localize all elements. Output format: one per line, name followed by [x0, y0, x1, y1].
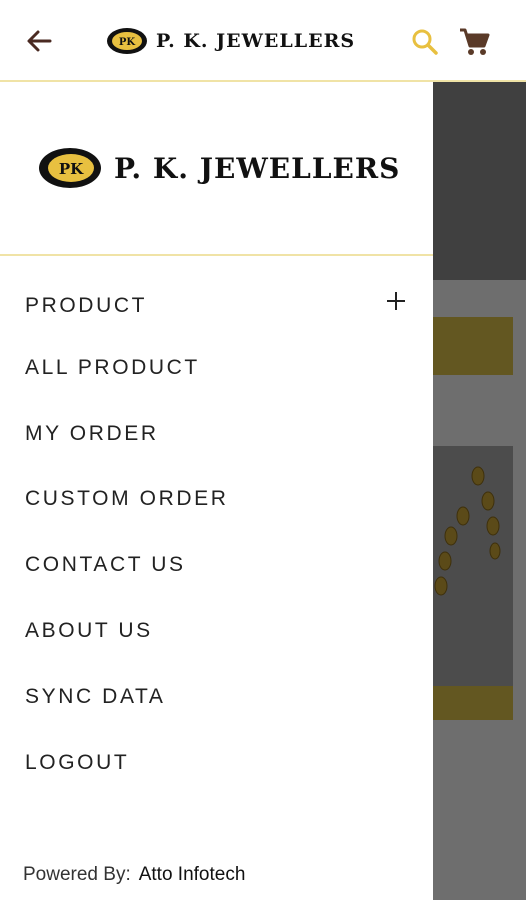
- drawer-brand-logo: PK P. K. JEWELLERS: [38, 146, 400, 190]
- brand-logo: PK P. K. JEWELLERS: [106, 24, 355, 58]
- menu-item-label: MY ORDER: [25, 422, 159, 445]
- powered-by-label: Powered By:: [23, 864, 131, 885]
- powered-by-company: Atto Infotech: [138, 864, 246, 885]
- svg-text:PK: PK: [59, 160, 84, 178]
- menu-item-label: ALL PRODUCT: [25, 356, 200, 379]
- top-app-bar: PK P. K. JEWELLERS: [0, 0, 526, 82]
- drawer-scrim[interactable]: [433, 82, 526, 900]
- menu-item-my-order[interactable]: MY ORDER: [25, 414, 415, 454]
- menu-item-label: CUSTOM ORDER: [25, 487, 229, 510]
- search-icon: [409, 29, 441, 62]
- menu-item-label: LOGOUT: [25, 751, 130, 774]
- menu-item-all-product[interactable]: ALL PRODUCT: [25, 348, 415, 388]
- back-button[interactable]: [22, 26, 56, 56]
- svg-text:PK: PK: [119, 37, 136, 48]
- powered-by-footer: Powered By: Atto Infotech: [23, 864, 245, 886]
- menu-item-label: CONTACT US: [25, 553, 186, 576]
- search-button[interactable]: [409, 26, 441, 58]
- menu-item-contact-us[interactable]: CONTACT US: [25, 545, 415, 585]
- logo-emblem-icon: PK: [106, 26, 148, 56]
- logo-emblem-icon: PK: [38, 146, 102, 190]
- cart-button[interactable]: [457, 26, 491, 58]
- menu-item-sync-data[interactable]: SYNC DATA: [25, 677, 415, 717]
- menu-item-custom-order[interactable]: CUSTOM ORDER: [25, 479, 415, 519]
- menu-item-label: ABOUT US: [25, 619, 153, 642]
- menu-item-logout[interactable]: LOGOUT: [25, 743, 415, 783]
- menu-item-product[interactable]: PRODUCT: [25, 286, 415, 326]
- menu-item-label: PRODUCT: [25, 294, 148, 317]
- navigation-drawer: PK P. K. JEWELLERS PRODUCT ALL PRODUCT M…: [0, 82, 433, 900]
- cart-icon: [457, 28, 491, 62]
- arrow-left-icon: [22, 30, 56, 60]
- drawer-header: PK P. K. JEWELLERS: [0, 82, 433, 256]
- brand-name: P. K. JEWELLERS: [114, 151, 401, 185]
- brand-name: P. K. JEWELLERS: [156, 30, 356, 52]
- menu-item-label: SYNC DATA: [25, 685, 166, 708]
- menu-item-about-us[interactable]: ABOUT US: [25, 611, 415, 651]
- expand-plus-icon[interactable]: [385, 290, 407, 312]
